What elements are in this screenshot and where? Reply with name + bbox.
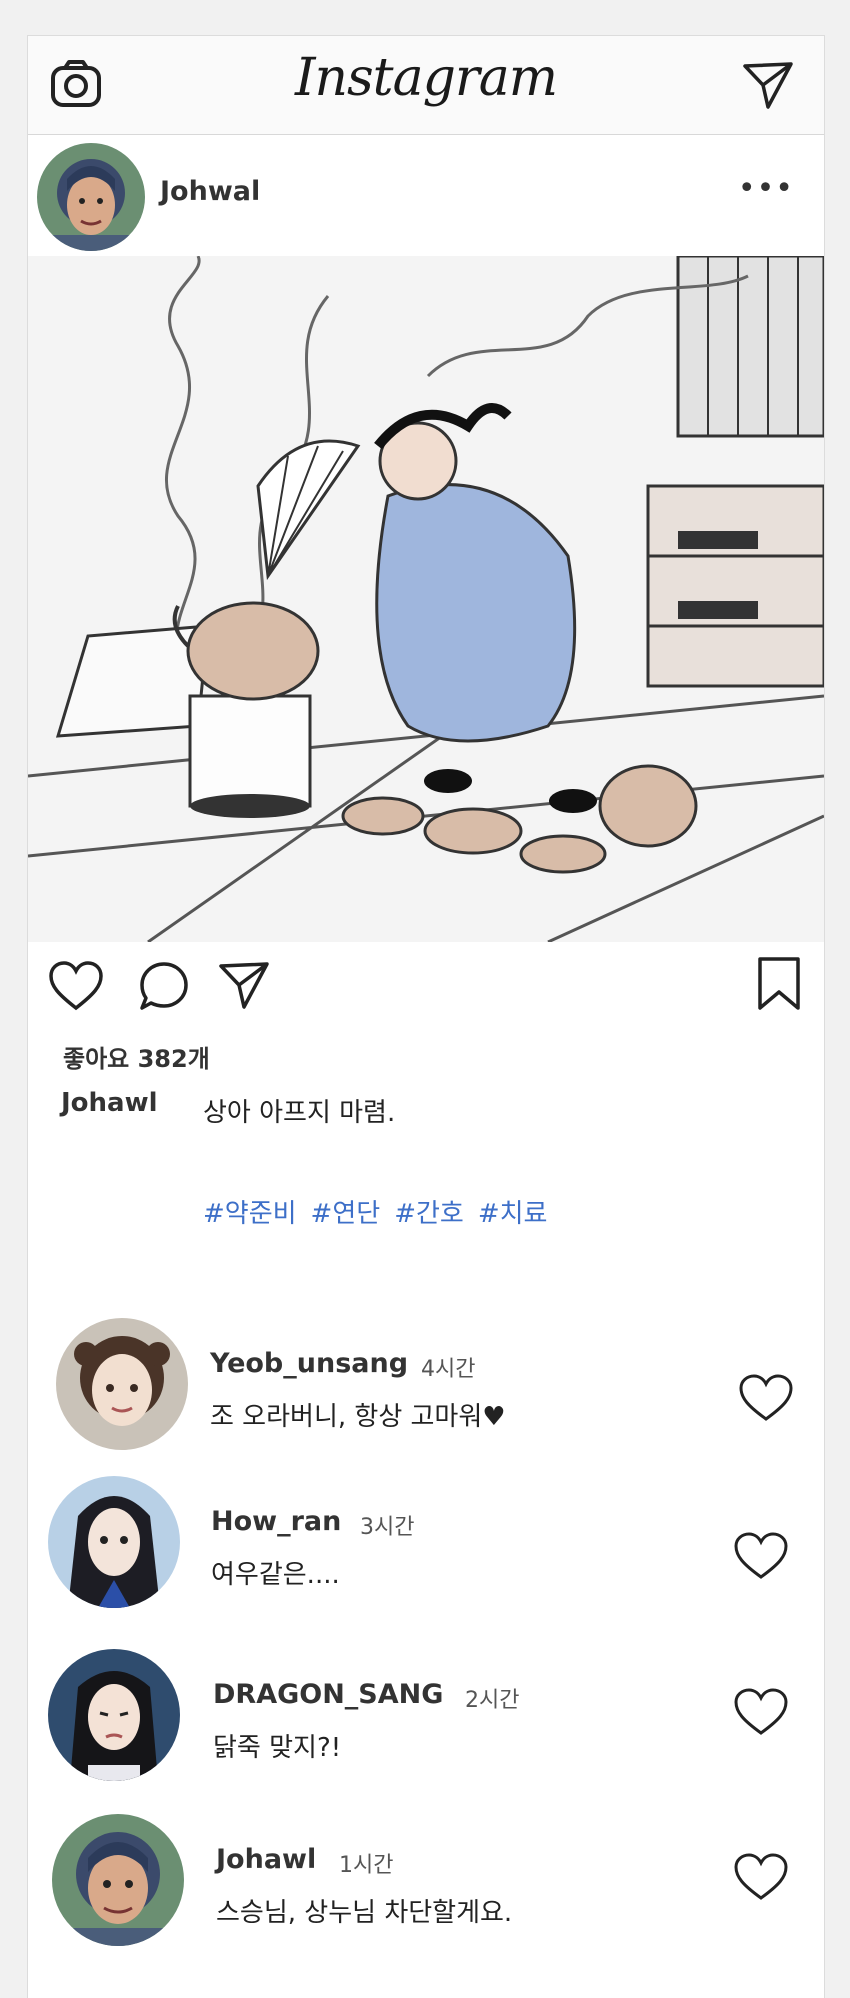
- heart-icon[interactable]: [738, 1373, 794, 1423]
- heart-icon[interactable]: [48, 960, 104, 1012]
- hashtag-link[interactable]: #약준비: [203, 1199, 297, 1229]
- heart-icon[interactable]: [733, 1531, 789, 1581]
- action-bar: [28, 946, 824, 1036]
- avatar[interactable]: [37, 143, 145, 251]
- paper-plane-icon[interactable]: [742, 60, 794, 110]
- avatar[interactable]: [56, 1318, 188, 1450]
- more-options-icon[interactable]: •••: [738, 171, 794, 206]
- comment-item: Yeob_unsang 4시간 조 오라버니, 항상 고마워♥: [28, 1318, 824, 1453]
- comment-time: 2시간: [465, 1688, 520, 1713]
- caption-username[interactable]: Johawl: [61, 1088, 158, 1118]
- comment-time: 3시간: [360, 1515, 415, 1540]
- avatar[interactable]: [48, 1476, 180, 1608]
- comment-time: 1시간: [339, 1853, 394, 1878]
- comment-text: 스승님, 상누님 차단할게요.: [216, 1898, 513, 1928]
- top-bar: Instagram: [28, 36, 824, 135]
- comment-username[interactable]: Yeob_unsang: [210, 1348, 408, 1379]
- avatar[interactable]: [52, 1814, 184, 1946]
- comment-item: How_ran 3시간 여우같은....: [28, 1476, 824, 1611]
- post-header: Johwal •••: [28, 135, 824, 251]
- comment-item: DRAGON_SANG 2시간 닭죽 맞지?!: [28, 1649, 824, 1784]
- post-username[interactable]: Johwal: [160, 176, 260, 207]
- comment-text: 닭죽 맞지?!: [213, 1733, 342, 1763]
- comment-username[interactable]: Johawl: [216, 1844, 316, 1875]
- comment-text: 여우같은....: [211, 1560, 340, 1590]
- bookmark-icon[interactable]: [756, 956, 802, 1012]
- instagram-post-screen: Instagram Johwal ••• 좋아요 382개 Johawl 상아 …: [27, 35, 825, 1998]
- comment-item: Johawl 1시간 스승님, 상누님 차단할게요.: [28, 1814, 824, 1949]
- heart-icon[interactable]: [733, 1687, 789, 1737]
- hashtags: #약준비 #연단 #간호 #치료: [203, 1193, 561, 1230]
- hashtag-link[interactable]: #간호: [394, 1199, 464, 1229]
- likes-count[interactable]: 좋아요 382개: [63, 1039, 210, 1074]
- caption-text: 상아 아프지 마렴.: [203, 1098, 396, 1128]
- comment-username[interactable]: DRAGON_SANG: [213, 1679, 443, 1710]
- hashtag-link[interactable]: #치료: [478, 1199, 548, 1229]
- comment-time: 4시간: [421, 1357, 476, 1382]
- comment-text: 조 오라버니, 항상 고마워♥: [210, 1402, 506, 1432]
- post-image[interactable]: [28, 254, 824, 944]
- comment-username[interactable]: How_ran: [211, 1506, 341, 1537]
- avatar[interactable]: [48, 1649, 180, 1781]
- app-logo: Instagram: [294, 48, 558, 108]
- hashtag-link[interactable]: #연단: [311, 1199, 381, 1229]
- share-icon[interactable]: [218, 960, 270, 1010]
- comment-icon[interactable]: [138, 960, 190, 1012]
- heart-icon[interactable]: [733, 1852, 789, 1902]
